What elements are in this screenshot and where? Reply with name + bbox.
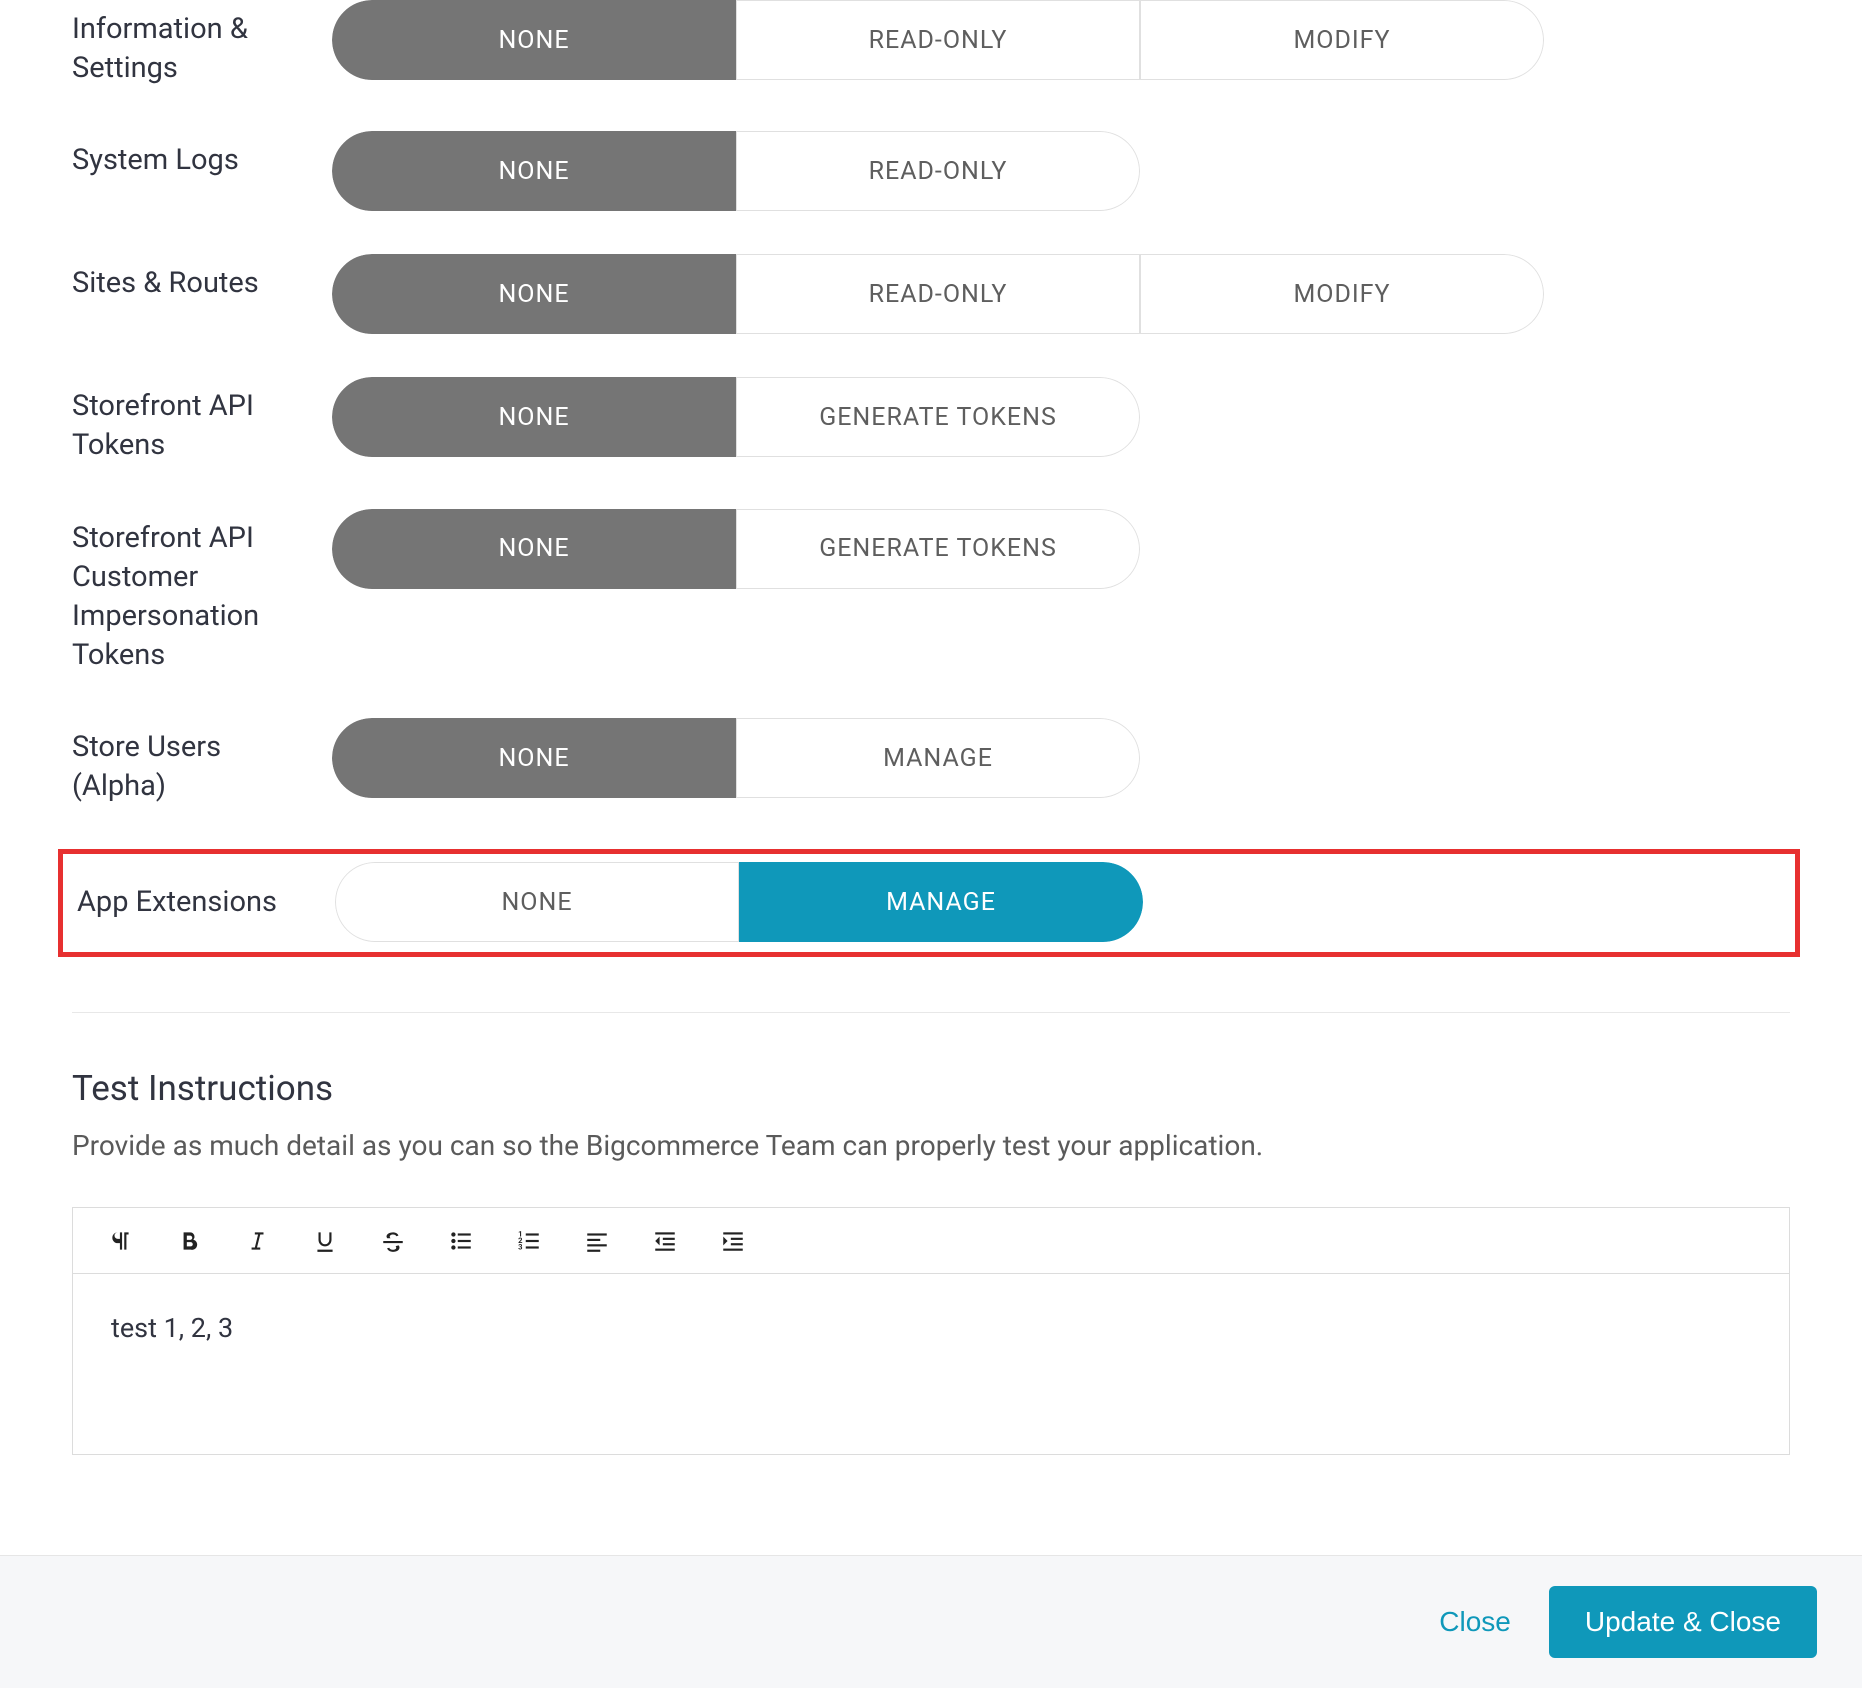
permission-label: Information & Settings bbox=[72, 0, 332, 88]
toggle-option-none[interactable]: NONE bbox=[332, 377, 736, 457]
section-divider bbox=[72, 1012, 1790, 1013]
toggle-group: NONE GENERATE TOKENS bbox=[332, 509, 1140, 589]
underline-icon[interactable] bbox=[291, 1209, 359, 1273]
toggle-option-none[interactable]: NONE bbox=[332, 0, 736, 80]
permission-row-store-users: Store Users (Alpha) NONE MANAGE bbox=[72, 718, 1790, 806]
permission-label: Sites & Routes bbox=[72, 254, 332, 303]
bold-icon[interactable] bbox=[155, 1209, 223, 1273]
toggle-group: NONE GENERATE TOKENS bbox=[332, 377, 1140, 457]
toggle-option-readonly[interactable]: READ-ONLY bbox=[736, 131, 1140, 211]
toggle-option-none[interactable]: NONE bbox=[335, 862, 739, 942]
toggle-option-generate-tokens[interactable]: GENERATE TOKENS bbox=[736, 377, 1140, 457]
editor-toolbar: 123 bbox=[73, 1208, 1789, 1274]
toggle-option-modify[interactable]: MODIFY bbox=[1140, 0, 1544, 80]
italic-icon[interactable] bbox=[223, 1209, 291, 1273]
permission-row-storefront-api-impersonation-tokens: Storefront API Customer Impersonation To… bbox=[72, 509, 1790, 676]
toggle-group: NONE READ-ONLY MODIFY bbox=[332, 254, 1544, 334]
rich-text-editor: 123 test 1, 2, 3 bbox=[72, 1207, 1790, 1455]
permission-row-system-logs: System Logs NONE READ-ONLY bbox=[72, 131, 1790, 211]
toggle-option-manage[interactable]: MANAGE bbox=[739, 862, 1143, 942]
toggle-group: NONE READ-ONLY bbox=[332, 131, 1140, 211]
footer-bar: Close Update & Close bbox=[0, 1555, 1862, 1688]
toggle-option-none[interactable]: NONE bbox=[332, 509, 736, 589]
toggle-option-generate-tokens[interactable]: GENERATE TOKENS bbox=[736, 509, 1140, 589]
highlight-box-app-extensions: App Extensions NONE MANAGE bbox=[58, 849, 1800, 957]
permission-label: App Extensions bbox=[75, 883, 335, 922]
bullet-list-icon[interactable] bbox=[427, 1209, 495, 1273]
toggle-option-readonly[interactable]: READ-ONLY bbox=[736, 0, 1140, 80]
toggle-group: NONE MANAGE bbox=[332, 718, 1140, 798]
indent-increase-icon[interactable] bbox=[699, 1209, 767, 1273]
toggle-option-readonly[interactable]: READ-ONLY bbox=[736, 254, 1140, 334]
permission-label: Store Users (Alpha) bbox=[72, 718, 332, 806]
align-left-icon[interactable] bbox=[563, 1209, 631, 1273]
toggle-option-modify[interactable]: MODIFY bbox=[1140, 254, 1544, 334]
ordered-list-icon[interactable]: 123 bbox=[495, 1209, 563, 1273]
indent-decrease-icon[interactable] bbox=[631, 1209, 699, 1273]
toggle-option-none[interactable]: NONE bbox=[332, 254, 736, 334]
permission-row-storefront-api-tokens: Storefront API Tokens NONE GENERATE TOKE… bbox=[72, 377, 1790, 465]
update-close-button[interactable]: Update & Close bbox=[1549, 1586, 1817, 1658]
toggle-option-manage[interactable]: MANAGE bbox=[736, 718, 1140, 798]
toggle-option-none[interactable]: NONE bbox=[332, 718, 736, 798]
toggle-option-none[interactable]: NONE bbox=[332, 131, 736, 211]
close-button[interactable]: Close bbox=[1439, 1606, 1511, 1638]
permission-row-information-settings: Information & Settings NONE READ-ONLY MO… bbox=[72, 0, 1790, 88]
toggle-group: NONE READ-ONLY MODIFY bbox=[332, 0, 1544, 80]
permission-label: Storefront API Customer Impersonation To… bbox=[72, 509, 332, 676]
svg-text:3: 3 bbox=[518, 1243, 522, 1252]
pilcrow-icon[interactable] bbox=[87, 1209, 155, 1273]
toggle-group: NONE MANAGE bbox=[335, 862, 1143, 942]
permission-label: System Logs bbox=[72, 131, 332, 180]
editor-content[interactable]: test 1, 2, 3 bbox=[73, 1274, 1789, 1454]
strikethrough-icon[interactable] bbox=[359, 1209, 427, 1273]
permission-label: Storefront API Tokens bbox=[72, 377, 332, 465]
section-title-test-instructions: Test Instructions bbox=[72, 1068, 1790, 1109]
permission-row-sites-routes: Sites & Routes NONE READ-ONLY MODIFY bbox=[72, 254, 1790, 334]
section-description: Provide as much detail as you can so the… bbox=[72, 1129, 1790, 1162]
